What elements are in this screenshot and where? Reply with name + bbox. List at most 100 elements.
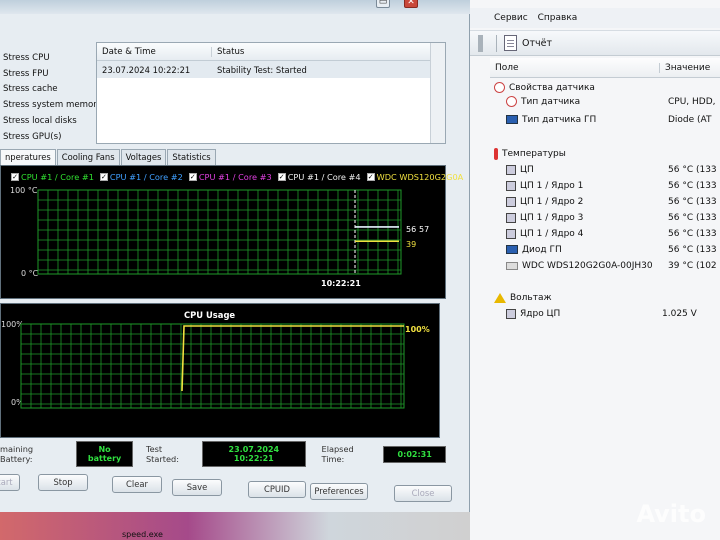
tree-group[interactable]: Свойства датчика xyxy=(490,80,720,95)
stress-cpu-label: Stress CPU xyxy=(3,52,50,63)
log-datetime: 23.07.2024 10:22:21 xyxy=(102,64,191,75)
tab-statistics[interactable]: Statistics xyxy=(167,149,216,165)
clear-button[interactable]: Clear xyxy=(112,476,162,493)
close-button[interactable]: Close xyxy=(394,485,452,502)
tree-row-value: CPU, HDD, xyxy=(668,96,716,107)
tree-row[interactable]: Ядро ЦП 1.025 V xyxy=(490,306,720,321)
stop-button[interactable]: Stop xyxy=(38,474,88,491)
chip-icon xyxy=(506,228,516,239)
chip-icon xyxy=(506,180,516,191)
tree-row-value: 56 °C (133 xyxy=(668,180,717,191)
gauge-icon xyxy=(506,96,517,107)
tree-row-label: WDC WDS120G2G0A-00JH30 xyxy=(522,260,653,271)
report-button[interactable]: Отчёт xyxy=(504,35,552,51)
tree-row-label: Вольтаж xyxy=(510,292,552,303)
tree-row[interactable]: ЦП 1 / Ядро 4 56 °C (133 xyxy=(490,226,720,241)
tree-row-label: ЦП 1 / Ядро 2 xyxy=(520,196,584,207)
temp-value-a: 56 xyxy=(406,225,417,234)
start-button[interactable]: tart xyxy=(0,474,20,491)
tab-voltages[interactable]: Voltages xyxy=(120,149,167,165)
temp-time-label: 10:22:21 xyxy=(321,279,361,288)
tree-row[interactable]: ЦП 1 / Ядро 3 56 °C (133 xyxy=(490,210,720,225)
cpu-usage-graph: CPU Usage 100% 0% 100% xyxy=(0,303,440,438)
save-button[interactable]: Save xyxy=(172,479,222,496)
temperature-plot xyxy=(37,189,402,275)
tree-row-label: Свойства датчика xyxy=(509,82,595,93)
tree-row-field: ЦП 1 / Ядро 2 xyxy=(506,196,584,207)
stress-cache-option[interactable]: Stress cache xyxy=(0,82,92,98)
stress-gpu-option[interactable]: Stress GPU(s) xyxy=(0,129,92,145)
tree-row-field: Тип датчика ГП xyxy=(506,115,596,125)
tree-row[interactable]: Тип датчика ГП Diode (AT xyxy=(490,112,720,127)
temperature-graph: ✓ CPU #1 / Core #1 ✓ CPU #1 / Core #2 ✓ CPU… xyxy=(0,165,463,299)
tree-row[interactable]: Диод ГП 56 °C (133 xyxy=(490,242,720,257)
tree-row-field: ЦП xyxy=(506,164,534,175)
test-started-label: Test Started: xyxy=(145,444,179,464)
warning-icon xyxy=(494,292,506,303)
log-header: Date & Time Status xyxy=(97,43,445,61)
desktop-strip: speed.exe xyxy=(0,512,470,540)
tree-row-field: ЦП 1 / Ядро 3 xyxy=(506,212,584,223)
event-log[interactable]: Date & Time Status 23.07.2024 10:22:21 S… xyxy=(96,42,446,144)
stress-cpu-option[interactable]: Stress CPU xyxy=(0,50,92,66)
tree-row-label: Ядро ЦП xyxy=(520,308,561,319)
menu-bar: Сервис Справка xyxy=(470,8,720,28)
col-value[interactable]: Значение xyxy=(660,63,710,73)
toolbar-separator xyxy=(496,35,497,52)
restore-icon[interactable]: ▭ xyxy=(376,0,390,8)
tab-cooling-fans[interactable]: Cooling Fans xyxy=(56,149,120,165)
tree-group[interactable]: Температуры xyxy=(490,146,720,161)
tree-group[interactable]: Вольтаж xyxy=(490,290,720,305)
tree-row[interactable]: WDC WDS120G2G0A-00JH30 39 °C (102 ° xyxy=(490,258,720,273)
avito-watermark: Avito xyxy=(636,500,706,528)
chip-icon xyxy=(506,308,516,319)
tree-row-label: ЦП 1 / Ядро 1 xyxy=(520,180,584,191)
taskbar-item-label[interactable]: speed.exe xyxy=(122,530,163,539)
col-status[interactable]: Status xyxy=(212,47,244,57)
col-field[interactable]: Поле xyxy=(490,62,660,73)
battery-label: maining Battery: xyxy=(0,444,34,464)
tree-row[interactable]: Тип датчика CPU, HDD, xyxy=(490,94,720,109)
usage-current-value: 100% xyxy=(405,325,430,334)
log-row[interactable]: 23.07.2024 10:22:21 Stability Test: Star… xyxy=(97,61,445,78)
sensor-report-window: Сервис Справка Отчёт Поле Значение Свойс… xyxy=(470,0,720,540)
menu-service[interactable]: Сервис xyxy=(494,13,528,23)
stress-cache-label: Stress cache xyxy=(3,84,58,95)
temp-value-c: 39 xyxy=(406,240,417,249)
preferences-button[interactable]: Preferences xyxy=(310,483,368,500)
status-bar: maining Battery: No battery Test Started… xyxy=(0,440,446,468)
chip-icon xyxy=(506,196,516,207)
tree-row-value: 56 °C (133 xyxy=(668,212,717,223)
tree-row-label: ЦП 1 / Ядро 3 xyxy=(520,212,584,223)
stability-test-window: ▭ ✕ Stress CPU Stress FPU Stress cache S… xyxy=(0,0,470,512)
tree-row[interactable]: ЦП 1 / Ядро 2 56 °C (133 xyxy=(490,194,720,209)
stress-memory-label: Stress system memory xyxy=(3,100,102,111)
toolbar: Отчёт xyxy=(470,30,720,56)
tree-row[interactable]: ЦП 56 °C (133 xyxy=(490,162,720,177)
log-status: Stability Test: Started xyxy=(217,64,307,75)
stress-disks-option[interactable]: Stress local disks xyxy=(0,113,92,129)
test-started-value: 23.07.2024 10:22:21 xyxy=(202,441,306,467)
stress-options-list: Stress CPU Stress FPU Stress cache Stres… xyxy=(0,50,102,145)
tree-row-label: Тип датчика ГП xyxy=(522,114,597,125)
gauge-icon xyxy=(494,82,505,93)
cpuid-button[interactable]: CPUID xyxy=(248,481,306,498)
tree-row-field: ЦП 1 / Ядро 1 xyxy=(506,180,584,191)
stress-memory-option[interactable]: Stress system memory xyxy=(0,97,102,113)
menu-help[interactable]: Справка xyxy=(538,13,578,23)
plot-area xyxy=(20,323,405,409)
cpu-usage-plot xyxy=(20,323,405,409)
window-top-edge: ▭ ✕ xyxy=(0,0,470,14)
tree-row-value: 1.025 V xyxy=(662,308,697,319)
chip-icon xyxy=(506,164,516,175)
log-scrollbar[interactable] xyxy=(430,43,445,143)
battery-value: No battery xyxy=(76,441,133,467)
col-datetime[interactable]: Date & Time xyxy=(97,46,212,57)
tree-row[interactable]: ЦП 1 / Ядро 1 56 °C (133 xyxy=(490,178,720,193)
tab-temperatures[interactable]: nperatures xyxy=(0,149,56,166)
tree-row-value: 56 °C (133 xyxy=(668,196,717,207)
stress-disks-label: Stress local disks xyxy=(3,116,77,127)
stress-fpu-option[interactable]: Stress FPU xyxy=(0,66,92,82)
monitor-icon xyxy=(506,245,518,254)
close-icon[interactable]: ✕ xyxy=(404,0,418,8)
